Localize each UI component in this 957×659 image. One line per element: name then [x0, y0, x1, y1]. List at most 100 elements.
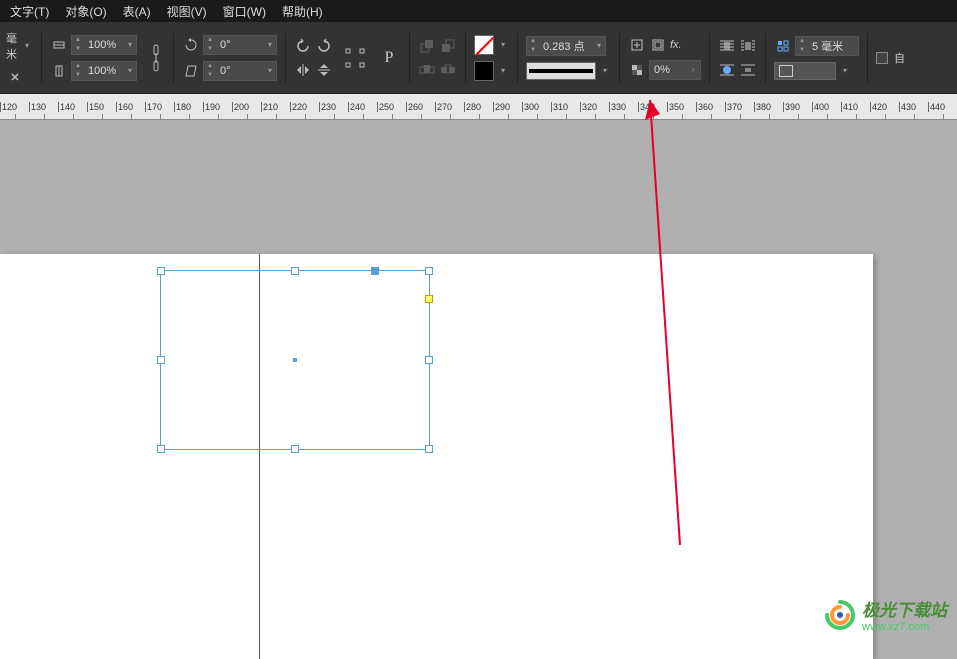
send-to-back-icon[interactable] — [439, 61, 457, 79]
wrap-jump-icon[interactable] — [739, 61, 757, 79]
corner-shape-dropdown-icon[interactable]: ▾ — [839, 66, 851, 75]
corner-link-icon[interactable] — [774, 37, 792, 55]
ruler-tick: 370 — [725, 102, 742, 112]
stroke-dropdown-icon[interactable]: ▾ — [497, 66, 509, 75]
constrain-proportions-icon[interactable] — [147, 38, 165, 78]
document-page[interactable] — [0, 254, 873, 659]
opacity-slider-icon[interactable]: › — [686, 65, 700, 74]
rotation-input[interactable]: ▲▼ 0° ▾ — [203, 35, 277, 55]
corner-shape-select[interactable] — [774, 62, 836, 80]
ruler-tick: 400 — [812, 102, 829, 112]
fx-button[interactable]: fx. — [670, 39, 682, 51]
flip-vertical-icon[interactable] — [315, 61, 333, 79]
menu-text[interactable]: 文字(T) — [2, 1, 57, 22]
rotation-value[interactable]: 0° — [216, 39, 264, 51]
stroke-style-preview[interactable] — [526, 62, 596, 80]
opacity-icon — [628, 61, 646, 79]
ruler-tick: 220 — [290, 102, 307, 112]
paragraph-icon[interactable]: P — [377, 38, 401, 78]
resize-handle-se[interactable] — [425, 445, 433, 453]
stroke-style-dropdown-icon[interactable]: ▾ — [599, 66, 611, 75]
menu-help[interactable]: 帮助(H) — [274, 1, 331, 22]
up-arrow-icon[interactable]: ▲ — [204, 62, 216, 71]
stroke-weight-input[interactable]: ▲▼ 0.283 点 ▾ — [526, 36, 606, 56]
rotation-handle[interactable] — [371, 267, 379, 275]
dropdown-icon[interactable]: ▾ — [124, 40, 136, 49]
wrap-shape-icon[interactable] — [718, 61, 736, 79]
resize-handle-nw[interactable] — [157, 267, 165, 275]
down-arrow-icon[interactable]: ▼ — [796, 46, 808, 55]
up-arrow-icon[interactable]: ▲ — [204, 36, 216, 45]
down-arrow-icon[interactable]: ▼ — [72, 71, 84, 80]
stroke-black-swatch[interactable] — [474, 61, 494, 81]
unit-label: 毫米 — [6, 30, 18, 62]
rotate-cw-icon[interactable] — [315, 37, 333, 55]
resize-handle-sw[interactable] — [157, 445, 165, 453]
down-arrow-icon[interactable]: ▼ — [204, 71, 216, 80]
up-arrow-icon[interactable]: ▲ — [796, 37, 808, 46]
up-arrow-icon[interactable]: ▲ — [527, 37, 539, 46]
wrap-bounding-icon[interactable] — [739, 37, 757, 55]
menu-object[interactable]: 对象(O) — [57, 1, 114, 22]
shear-input[interactable]: ▲▼ 0° ▾ — [203, 61, 277, 81]
watermark-title: 极光下载站 — [862, 596, 947, 621]
menu-window[interactable]: 窗口(W) — [215, 1, 274, 22]
toolbar-divider — [173, 33, 174, 83]
up-arrow-icon[interactable]: ▲ — [72, 62, 84, 71]
resize-handle-s[interactable] — [291, 445, 299, 453]
horizontal-ruler[interactable]: 1201301401501601701801902002102202302402… — [0, 94, 957, 120]
resize-handle-ne[interactable] — [425, 267, 433, 275]
flip-horizontal-icon[interactable] — [294, 61, 312, 79]
resize-handle-e[interactable] — [425, 356, 433, 364]
down-arrow-icon[interactable]: ▼ — [72, 45, 84, 54]
corner-size-value[interactable]: 5 毫米 — [808, 38, 858, 54]
scale-x-icon — [50, 36, 68, 54]
ruler-tick: 290 — [493, 102, 510, 112]
resize-handle-w[interactable] — [157, 356, 165, 364]
fill-dropdown-icon[interactable]: ▾ — [497, 40, 509, 49]
corner-size-input[interactable]: ▲▼ 5 毫米 — [795, 36, 859, 56]
scale-y-icon — [50, 62, 68, 80]
dropdown-icon[interactable]: ▾ — [264, 40, 276, 49]
scale-x-value[interactable]: 100% — [84, 39, 124, 51]
ruler-tick: 120 — [0, 102, 17, 112]
ruler-tick: 300 — [522, 102, 539, 112]
resize-handle-n[interactable] — [291, 267, 299, 275]
fit-content-icon[interactable] — [628, 36, 646, 54]
selection-target-icon[interactable] — [343, 38, 367, 78]
link-scale-icon[interactable] — [6, 68, 24, 86]
shear-value[interactable]: 0° — [216, 65, 264, 77]
ruler-tick: 380 — [754, 102, 771, 112]
ruler-tick: 250 — [377, 102, 394, 112]
dropdown-icon[interactable]: ▾ — [593, 41, 605, 50]
menu-view[interactable]: 视图(V) — [159, 1, 215, 22]
ruler-tick: 410 — [841, 102, 858, 112]
scale-y-input[interactable]: ▲▼ 100% ▾ — [71, 61, 137, 81]
menu-table[interactable]: 表(A) — [115, 1, 159, 22]
down-arrow-icon[interactable]: ▼ — [527, 46, 539, 55]
bring-forward-icon[interactable] — [418, 37, 436, 55]
dropdown-icon[interactable]: ▾ — [124, 66, 136, 75]
stroke-weight-value[interactable]: 0.283 点 — [539, 38, 593, 54]
fill-none-swatch[interactable] — [474, 35, 494, 55]
opacity-input[interactable]: 0% › — [649, 60, 701, 80]
rotate-ccw-icon[interactable] — [294, 37, 312, 55]
scale-x-input[interactable]: ▲▼ 100% ▾ — [71, 35, 137, 55]
send-backward-icon[interactable] — [439, 37, 457, 55]
canvas-area[interactable] — [0, 120, 957, 639]
wrap-none-icon[interactable] — [718, 37, 736, 55]
auto-fit-checkbox[interactable] — [876, 52, 888, 64]
unit-dropdown-icon[interactable]: ▾ — [21, 41, 33, 50]
fit-frame-icon[interactable] — [649, 36, 667, 54]
toolbar-divider — [517, 33, 518, 83]
bring-to-front-icon[interactable] — [418, 61, 436, 79]
up-arrow-icon[interactable]: ▲ — [72, 36, 84, 45]
scale-y-value[interactable]: 100% — [84, 65, 124, 77]
center-point[interactable] — [293, 358, 297, 362]
live-corner-handle[interactable] — [425, 295, 433, 303]
dropdown-icon[interactable]: ▾ — [264, 66, 276, 75]
down-arrow-icon[interactable]: ▼ — [204, 45, 216, 54]
opacity-value[interactable]: 0% — [650, 64, 686, 76]
menubar: 文字(T) 对象(O) 表(A) 视图(V) 窗口(W) 帮助(H) — [0, 0, 957, 22]
selection-box[interactable] — [160, 270, 430, 450]
